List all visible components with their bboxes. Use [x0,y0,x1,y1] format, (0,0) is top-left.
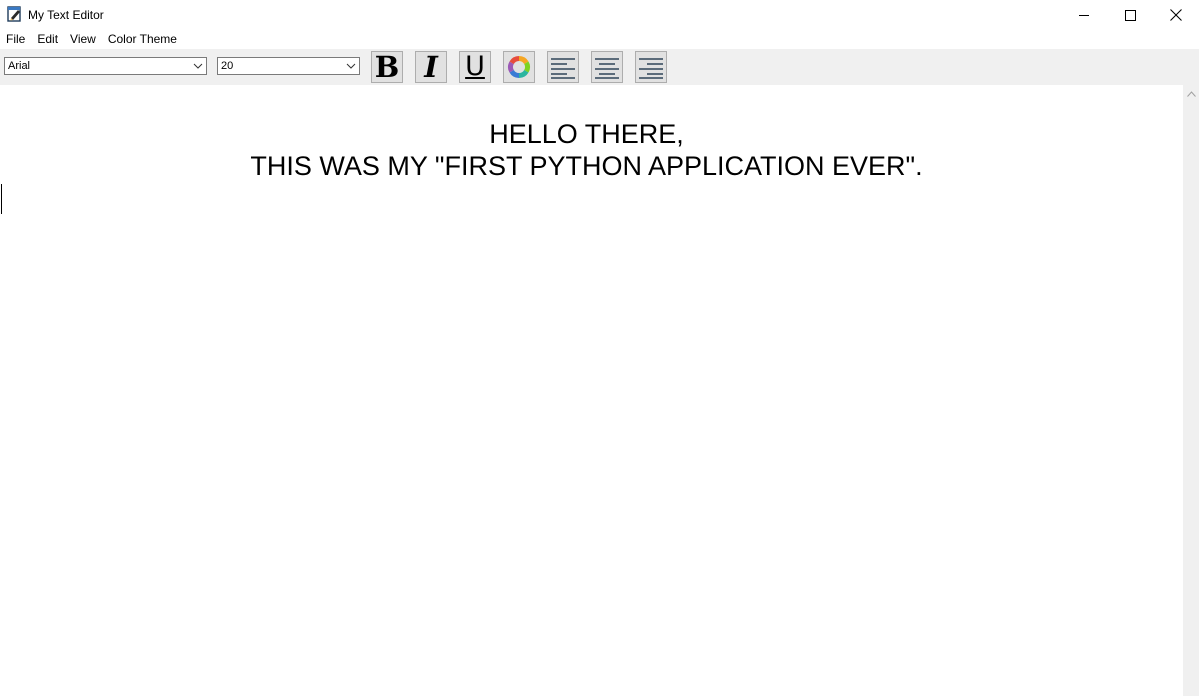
underline-button[interactable]: U [459,51,491,83]
align-center-button[interactable] [591,51,623,83]
color-wheel-icon [508,56,530,78]
close-button[interactable] [1153,0,1199,30]
bold-button[interactable]: B [371,51,403,83]
align-left-button[interactable] [547,51,579,83]
align-right-button[interactable] [635,51,667,83]
chevron-down-icon [346,63,356,69]
menu-view[interactable]: View [64,30,102,49]
window-title: My Text Editor [28,8,104,22]
menu-color-theme[interactable]: Color Theme [102,30,183,49]
close-icon [1170,9,1182,21]
maximize-icon [1124,9,1136,21]
notepad-pen-icon [7,6,21,22]
title-bar[interactable]: My Text Editor [0,0,1199,30]
font-family-value: Arial [8,60,31,72]
chevron-up-icon [1186,90,1196,97]
minimize-icon [1078,14,1089,16]
chevron-down-icon [193,63,203,69]
document-line: HELLO THERE, [489,119,684,149]
menu-file[interactable]: File [0,30,31,49]
menu-edit[interactable]: Edit [31,30,64,49]
text-editor-window: My Text Editor File Edit View Color Them… [0,0,1199,696]
italic-icon: I [424,50,438,84]
underline-icon: U [465,51,485,82]
scroll-up-button[interactable] [1183,85,1199,102]
text-editor-area[interactable]: HELLO THERE, THIS WAS MY "FIRST PYTHON A… [0,85,1183,696]
menu-bar: File Edit View Color Theme [0,30,1199,49]
font-family-select[interactable]: Arial [4,57,207,75]
align-center-icon [595,58,619,79]
minimize-button[interactable] [1061,0,1107,30]
text-color-button[interactable] [503,51,535,83]
font-size-value: 20 [221,60,234,72]
document-text: HELLO THERE, THIS WAS MY "FIRST PYTHON A… [0,118,1173,182]
italic-button[interactable]: I [415,51,447,83]
text-caret [1,184,2,214]
formatting-toolbar: Arial 20 B I U [0,49,1199,85]
vertical-scrollbar[interactable] [1183,85,1199,696]
bold-icon: B [374,50,400,84]
align-left-icon [551,58,575,79]
font-size-select[interactable]: 20 [217,57,360,75]
maximize-button[interactable] [1107,0,1153,30]
document-line: THIS WAS MY "FIRST PYTHON APPLICATION EV… [250,151,923,181]
align-right-icon [639,58,663,79]
